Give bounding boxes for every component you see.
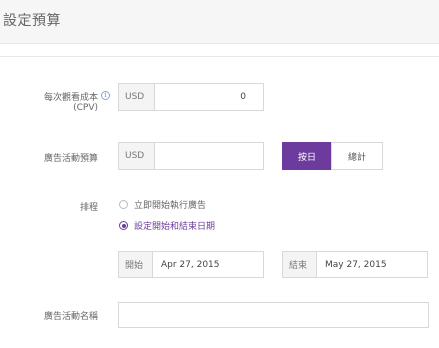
budget-value[interactable]: [155, 143, 263, 169]
total-budget-button[interactable]: 總計: [331, 142, 383, 170]
cpv-input[interactable]: USD 0: [118, 83, 264, 111]
end-date-input[interactable]: 結束 May 27, 2015: [282, 251, 428, 278]
schedule-option-now-label: 立即開始執行廣告: [134, 201, 207, 211]
budget-label: 廣告活動預算: [43, 154, 98, 164]
budget-currency-prefix: USD: [119, 143, 155, 169]
schedule-option-dates[interactable]: 設定開始和結束日期: [119, 219, 215, 232]
start-date-input[interactable]: 開始 Apr 27, 2015: [118, 251, 264, 278]
end-date-prefix: 結束: [283, 252, 317, 277]
end-date-value[interactable]: May 27, 2015: [317, 252, 427, 277]
start-date-prefix: 開始: [119, 252, 153, 277]
budget-input[interactable]: USD: [118, 142, 264, 170]
cpv-label-line2: (CPV): [73, 103, 98, 113]
page-title: 設定預算: [3, 13, 61, 29]
campaign-name-input[interactable]: [118, 302, 429, 328]
cpv-label: 每次觀看成本 (CPV): [36, 90, 98, 113]
cpv-label-line1: 每次觀看成本: [43, 93, 98, 103]
start-date-value[interactable]: Apr 27, 2015: [153, 252, 263, 277]
campaign-name-label: 廣告活動名稱: [43, 312, 98, 322]
radio-dates[interactable]: [119, 221, 128, 230]
schedule-option-now[interactable]: 立即開始執行廣告: [119, 198, 206, 211]
radio-now[interactable]: [119, 200, 128, 209]
cpv-value[interactable]: 0: [155, 84, 263, 110]
schedule-label: 排程: [79, 203, 98, 213]
schedule-option-dates-label: 設定開始和結束日期: [134, 222, 216, 232]
daily-budget-button[interactable]: 按日: [282, 142, 332, 170]
info-icon[interactable]: i: [101, 91, 110, 100]
cpv-currency-prefix: USD: [119, 84, 155, 110]
page-header: 設定預算: [0, 0, 439, 44]
